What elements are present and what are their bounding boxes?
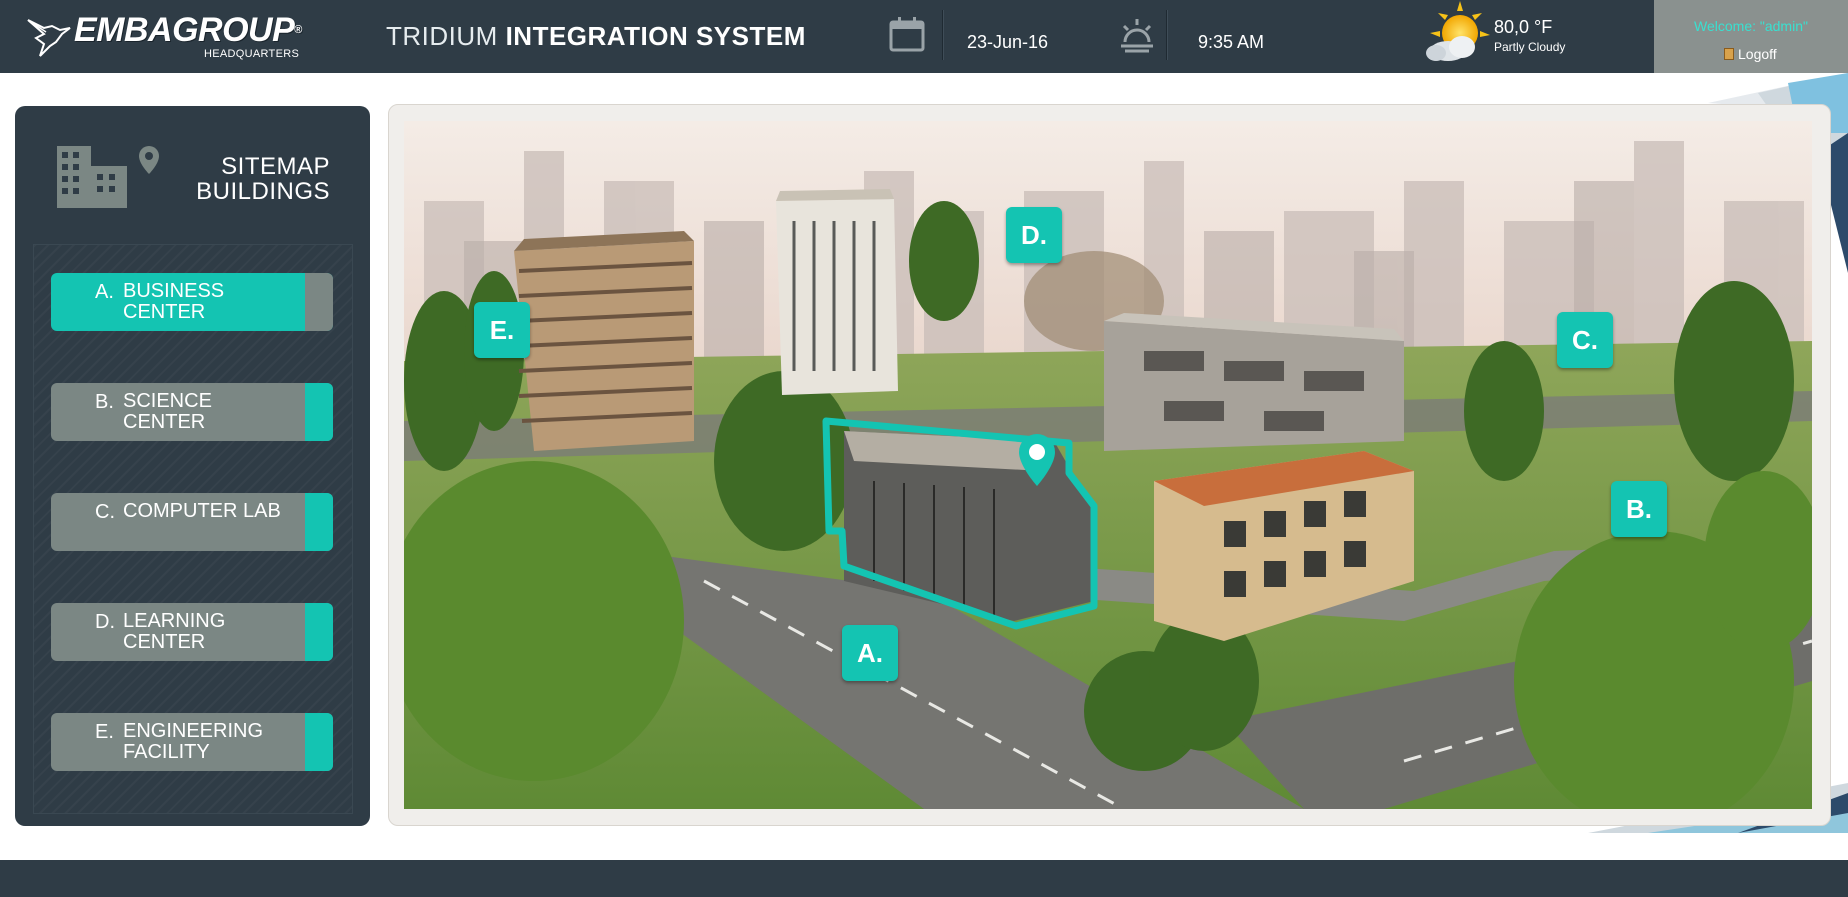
location-pin-icon (1019, 434, 1055, 486)
building-button-c[interactable]: C. COMPUTER LAB (51, 493, 333, 551)
header-divider (1166, 10, 1168, 60)
user-panel: Welcome: "admin" Logoff (1654, 0, 1848, 73)
company-logo: EMBAGROUP HEADQUARTERS (26, 10, 326, 64)
button-accent (305, 603, 333, 661)
building-letter: D. (95, 611, 115, 633)
building-letter: C. (95, 501, 115, 523)
current-time: 9:35 AM (1198, 32, 1265, 52)
button-accent (305, 273, 333, 331)
sitemap-sidebar: SITEMAP BUILDINGS A. BUSINESS CENTER B. … (15, 106, 370, 826)
map-marker-e[interactable]: E. (474, 302, 530, 358)
building-button-d[interactable]: D. LEARNING CENTER (51, 603, 333, 661)
door-icon (1724, 48, 1734, 60)
welcome-text: Welcome: "admin" (1694, 18, 1808, 34)
logo-name: EMBAGROUP (74, 12, 302, 48)
map-marker-b[interactable]: B. (1611, 481, 1667, 537)
weather-temperature: 80,0 °F (1494, 17, 1553, 37)
map-marker-a[interactable]: A. (842, 625, 898, 681)
system-title: TRIDIUM INTEGRATION SYSTEM (386, 21, 806, 51)
campus-illustration (404, 121, 1812, 809)
system-title-bold: INTEGRATION SYSTEM (505, 21, 806, 51)
button-accent (305, 383, 333, 441)
footer-bar (0, 860, 1848, 897)
map-marker-d[interactable]: D. (1006, 207, 1062, 263)
button-accent (305, 493, 333, 551)
top-header: EMBAGROUP HEADQUARTERS TRIDIUM INTEGRATI… (0, 0, 1848, 73)
building-button-e[interactable]: E. ENGINEERING FACILITY (51, 713, 333, 771)
partly-cloudy-icon (1426, 1, 1490, 61)
buildings-location-icon (57, 146, 159, 208)
campus-map[interactable] (404, 121, 1812, 809)
system-title-light: TRIDIUM (386, 21, 498, 51)
sidebar-title: SITEMAP BUILDINGS (196, 154, 330, 204)
sunrise-icon (1121, 19, 1153, 53)
logoff-button[interactable]: Logoff (1724, 46, 1777, 62)
building-button-b[interactable]: B. SCIENCE CENTER (51, 383, 333, 441)
building-button-a[interactable]: A. BUSINESS CENTER (51, 273, 333, 331)
sidebar-title-line2: BUILDINGS (196, 178, 330, 205)
current-date: 23-Jun-16 (967, 32, 1049, 52)
logoff-label: Logoff (1738, 46, 1777, 62)
header-divider (942, 10, 944, 60)
button-accent (305, 713, 333, 771)
building-letter: E. (95, 721, 114, 743)
calendar-icon (889, 17, 925, 52)
map-marker-c[interactable]: C. (1557, 312, 1613, 368)
building-name: SCIENCE CENTER (123, 390, 212, 433)
building-name: COMPUTER LAB (123, 500, 281, 522)
building-name: BUSINESS CENTER (123, 280, 225, 323)
logo-subtitle: HEADQUARTERS (204, 48, 300, 60)
building-letter: A. (95, 281, 114, 303)
sidebar-title-line1: SITEMAP (221, 153, 330, 180)
hummingbird-logo-icon (27, 19, 71, 57)
building-name: ENGINEERING FACILITY (123, 720, 264, 763)
building-name: LEARNING CENTER (123, 610, 226, 653)
weather-description: Partly Cloudy (1494, 40, 1566, 54)
building-letter: B. (95, 391, 114, 413)
